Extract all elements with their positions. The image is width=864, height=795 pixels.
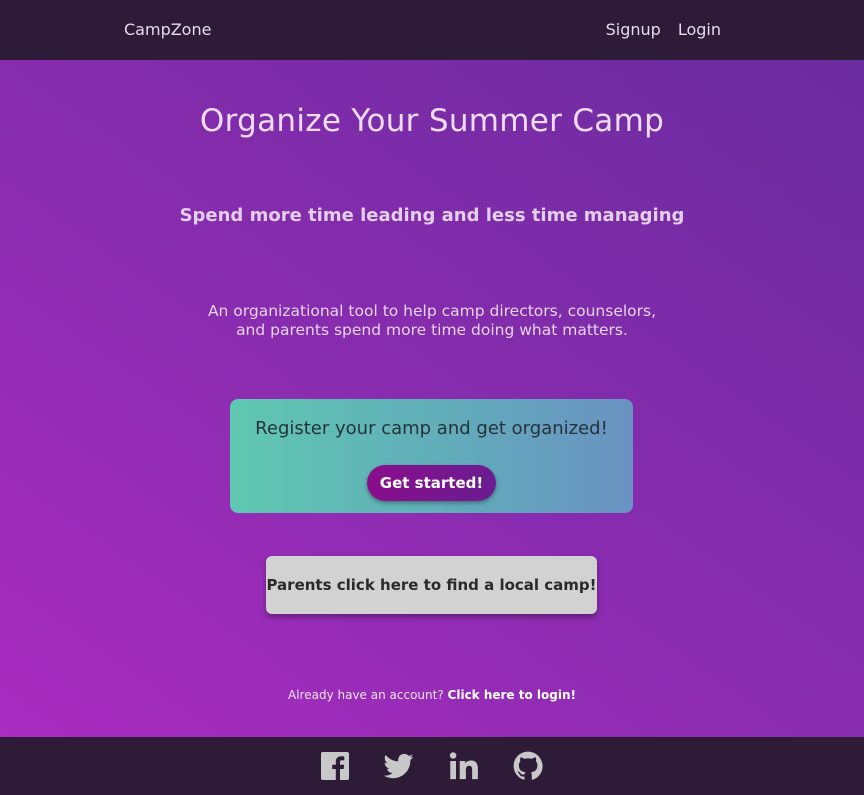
linkedin-icon[interactable] — [449, 751, 479, 781]
hero-section: Organize Your Summer Camp Spend more tim… — [0, 60, 864, 737]
nav-signup-link[interactable]: Signup — [606, 20, 661, 39]
register-card-text: Register your camp and get organized! — [255, 418, 608, 439]
facebook-icon[interactable] — [320, 751, 350, 781]
twitter-icon[interactable] — [384, 751, 414, 781]
nav-login-link[interactable]: Login — [678, 20, 721, 39]
register-card: Register your camp and get organized! Ge… — [230, 399, 633, 513]
login-prompt: Already have an account? Click here to l… — [0, 688, 864, 702]
github-icon[interactable] — [513, 751, 543, 781]
find-local-camp-button[interactable]: Parents click here to find a local camp! — [266, 556, 597, 614]
login-prompt-text: Already have an account? — [288, 688, 444, 702]
get-started-button[interactable]: Get started! — [367, 465, 496, 501]
page-subtitle: Spend more time leading and less time ma… — [179, 205, 685, 226]
page-title: Organize Your Summer Camp — [199, 103, 665, 139]
login-link[interactable]: Click here to login! — [448, 688, 576, 702]
navbar: CampZone Signup Login — [0, 0, 864, 60]
description-text: An organizational tool to help camp dire… — [207, 302, 657, 339]
brand-link[interactable]: CampZone — [124, 20, 211, 39]
nav-links: Signup Login — [606, 20, 721, 39]
footer — [0, 737, 864, 795]
